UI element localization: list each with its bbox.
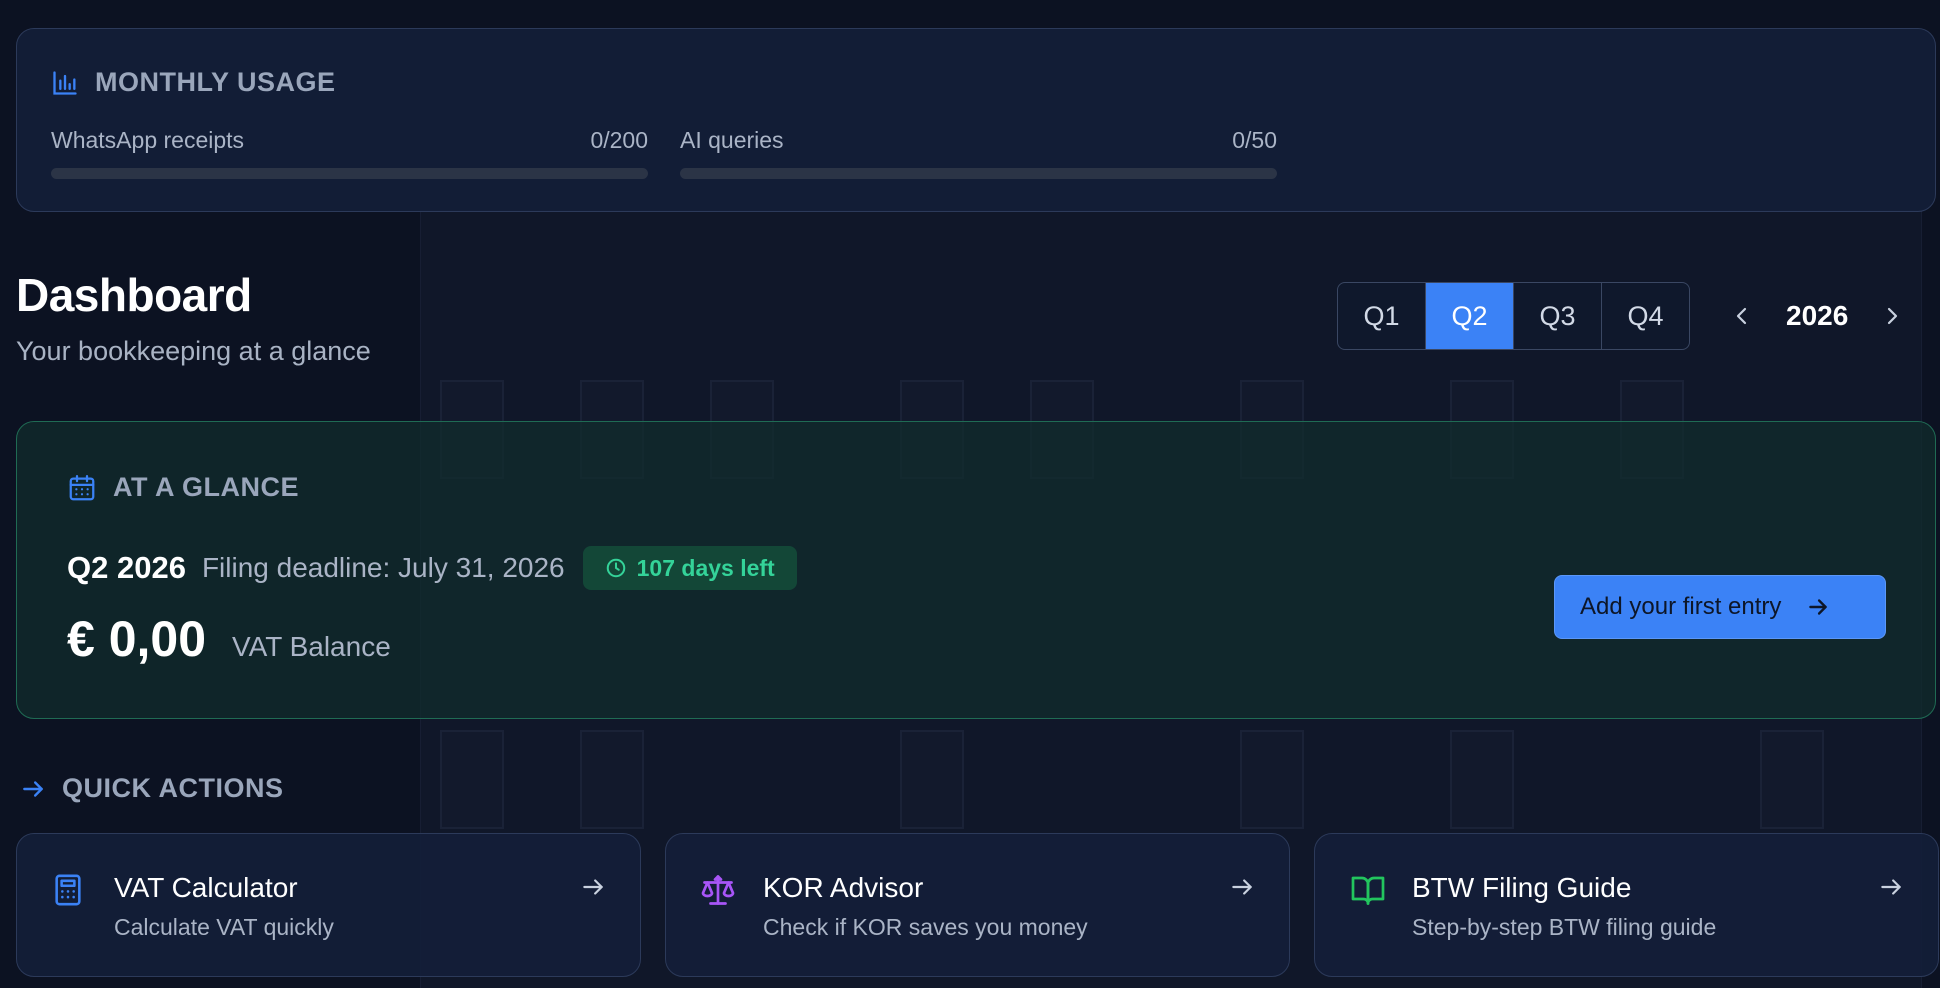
year-navigator: 2026 [1722,282,1912,350]
calculator-icon [51,872,85,913]
calendar-icon [67,473,97,503]
book-open-icon [1349,872,1387,913]
arrow-right-icon [20,776,46,802]
quick-action-description: Check if KOR saves you money [763,914,1088,940]
page-subtitle: Your bookkeeping at a glance [16,336,371,366]
quick-action-description: Calculate VAT quickly [114,914,334,940]
usage-progress-bar [680,168,1277,179]
usage-count: 0/50 [1232,127,1277,153]
year-label: 2026 [1786,300,1849,331]
quick-actions-heading: QUICK ACTIONS [20,773,284,804]
usage-whatsapp-receipts: WhatsApp receipts 0/200 [51,127,648,179]
monthly-usage-heading: MONTHLY USAGE [51,67,336,98]
quarter-tab-q4[interactable]: Q4 [1602,283,1689,349]
quick-action-title: BTW Filing Guide [1412,872,1632,903]
usage-ai-queries: AI queries 0/50 [680,127,1277,179]
bar-chart-icon [51,69,79,97]
quarter-tab-q3[interactable]: Q3 [1514,283,1602,349]
arrow-right-icon [580,874,606,905]
arrow-right-icon [1878,874,1904,905]
chevron-left-icon [1736,307,1747,325]
quick-action-title: KOR Advisor [763,872,924,903]
days-left-badge: 107 days left [582,546,797,590]
add-first-entry-label: Add your first entry [1580,593,1782,620]
vat-balance-amount: € 0,00 [67,611,207,667]
arrow-right-icon [1809,599,1828,615]
arrow-right-icon [1229,874,1255,905]
usage-label: WhatsApp receipts [51,127,245,153]
previous-year-button[interactable] [1722,296,1762,336]
quick-action-vat-calculator[interactable]: VAT Calculator Calculate VAT quickly [16,833,641,977]
vat-balance-label: VAT Balance [232,631,391,662]
at-a-glance-heading: AT A GLANCE [67,472,299,503]
period-label: Q2 2026 [67,550,186,585]
filing-deadline: Filing deadline: July 31, 2026 [201,552,565,583]
chevron-right-icon [1888,307,1898,325]
clock-icon [606,558,625,578]
scale-icon [700,872,736,913]
monthly-usage-card: MONTHLY USAGE WhatsApp receipts 0/200 AI… [16,28,1936,212]
at-a-glance-card: AT A GLANCE Q2 2026 Filing deadline: Jul… [16,421,1936,719]
quick-action-btw-filing-guide[interactable]: BTW Filing Guide Step-by-step BTW filing… [1314,833,1939,977]
quick-action-kor-advisor[interactable]: KOR Advisor Check if KOR saves you money [665,833,1290,977]
usage-progress-bar [51,168,648,179]
page-title: Dashboard [16,269,252,321]
usage-label: AI queries [680,127,784,153]
usage-count: 0/200 [590,127,648,153]
quick-action-description: Step-by-step BTW filing guide [1412,914,1717,940]
next-year-button[interactable] [1872,296,1912,336]
quick-action-title: VAT Calculator [114,872,298,903]
quarter-tab-q1[interactable]: Q1 [1338,283,1426,349]
add-first-entry-button[interactable]: Add your first entry [1554,575,1886,639]
quarter-selector: Q1 Q2 Q3 Q4 [1337,282,1690,350]
quarter-tab-q2[interactable]: Q2 [1426,283,1514,349]
